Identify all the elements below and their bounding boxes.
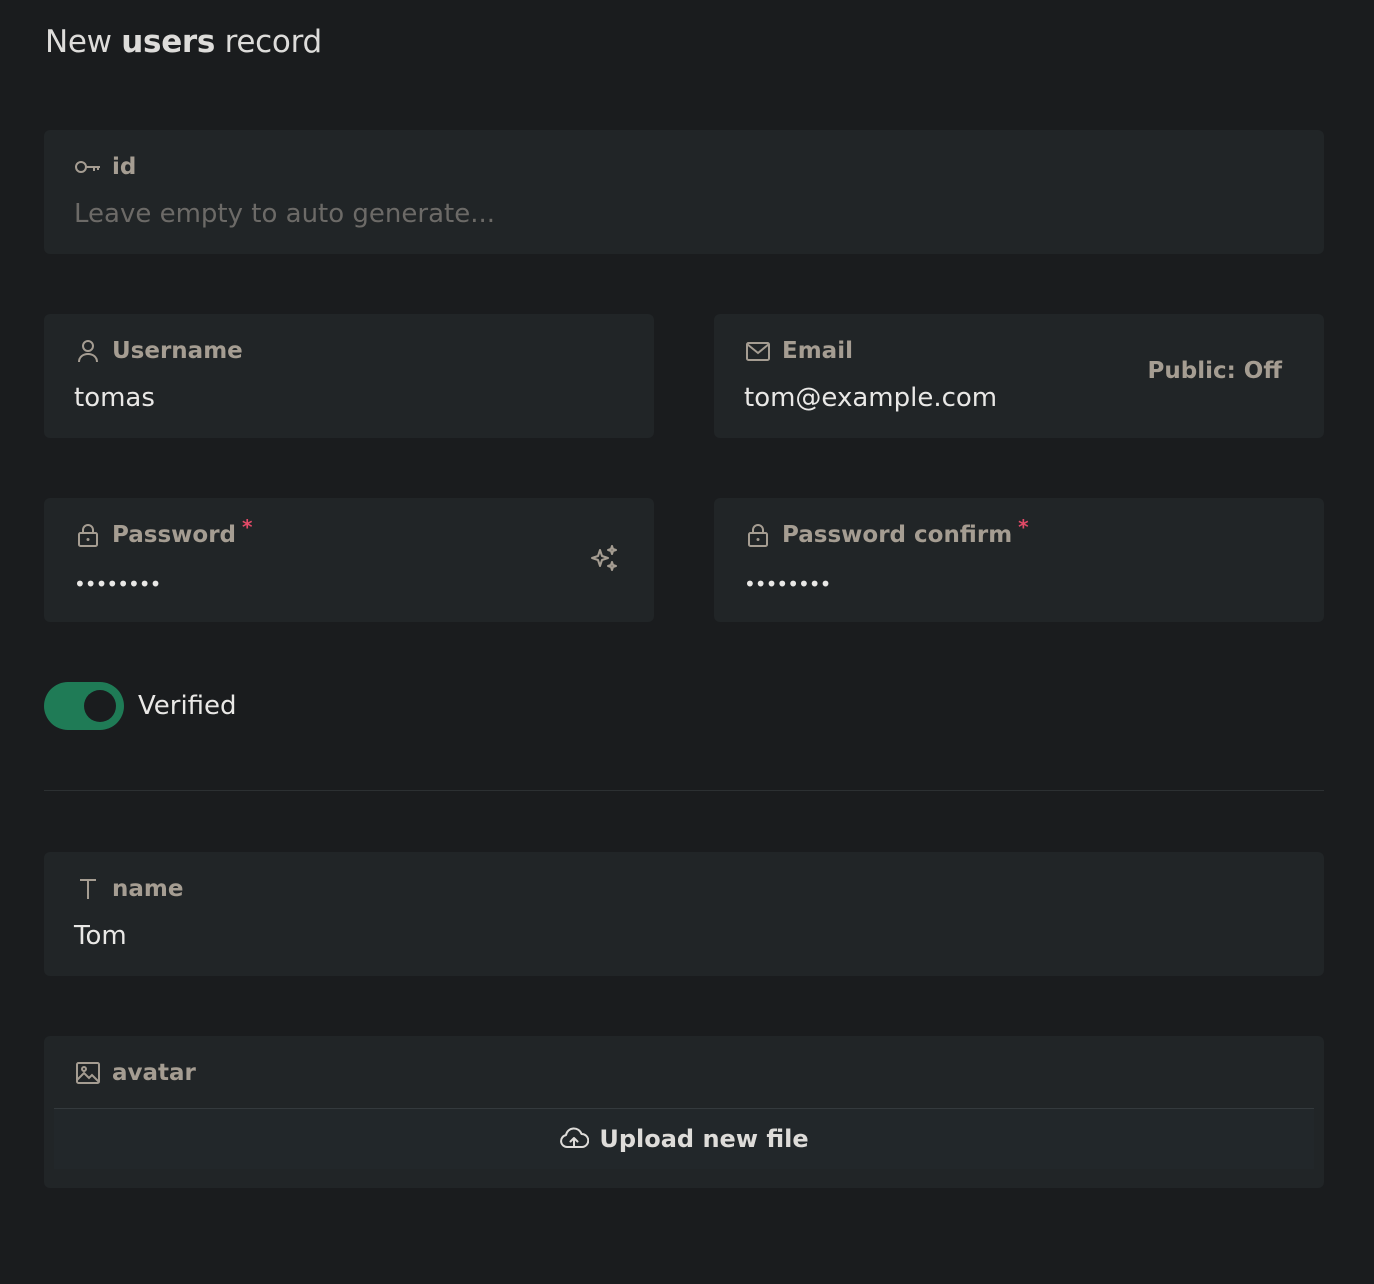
name-field-label: name [74, 874, 183, 904]
username-input[interactable]: tomas [74, 380, 155, 416]
verified-row: Verified [44, 682, 237, 730]
lock-icon [74, 521, 102, 549]
password-field-label: Password * [74, 515, 252, 550]
collection-name: users [121, 24, 216, 60]
lock-icon [744, 521, 772, 549]
mail-icon [744, 337, 772, 365]
upload-new-file-button[interactable]: Upload new file [559, 1124, 809, 1154]
password-input[interactable]: •••••••• [74, 566, 161, 602]
email-field-label: Email [744, 336, 853, 366]
password-field[interactable]: Password * •••••••• [44, 498, 654, 622]
verified-label[interactable]: Verified [138, 691, 237, 721]
toggle-knob [84, 690, 116, 722]
name-field[interactable]: name Tom [44, 852, 1324, 976]
cloud-upload-icon [559, 1124, 590, 1154]
email-input[interactable]: tom@example.com [744, 380, 997, 416]
image-icon [74, 1059, 102, 1087]
sparkles-icon[interactable] [588, 542, 620, 574]
avatar-field: avatar Upload new file [44, 1036, 1324, 1188]
id-field-label: id [74, 152, 136, 182]
password-confirm-field[interactable]: Password confirm * •••••••• [714, 498, 1324, 622]
id-input[interactable]: Leave empty to auto generate... [74, 196, 495, 232]
email-field[interactable]: Email tom@example.com Public: Off [714, 314, 1324, 438]
user-icon [74, 337, 102, 365]
password-confirm-field-label: Password confirm * [744, 515, 1029, 550]
id-field[interactable]: id Leave empty to auto generate... [44, 130, 1324, 254]
email-visibility-toggle[interactable]: Public: Off [1148, 358, 1283, 384]
username-field-label: Username [74, 336, 243, 366]
required-mark: * [1018, 515, 1029, 539]
text-icon [74, 875, 102, 903]
page-title: New users record [45, 24, 322, 60]
section-divider [44, 790, 1324, 791]
upload-area[interactable]: Upload new file [54, 1108, 1314, 1169]
required-mark: * [242, 515, 253, 539]
username-field[interactable]: Username tomas [44, 314, 654, 438]
key-icon [74, 153, 102, 181]
password-confirm-input[interactable]: •••••••• [744, 566, 831, 602]
avatar-field-label: avatar [74, 1058, 196, 1088]
name-input[interactable]: Tom [74, 918, 127, 954]
verified-toggle[interactable] [44, 682, 124, 730]
